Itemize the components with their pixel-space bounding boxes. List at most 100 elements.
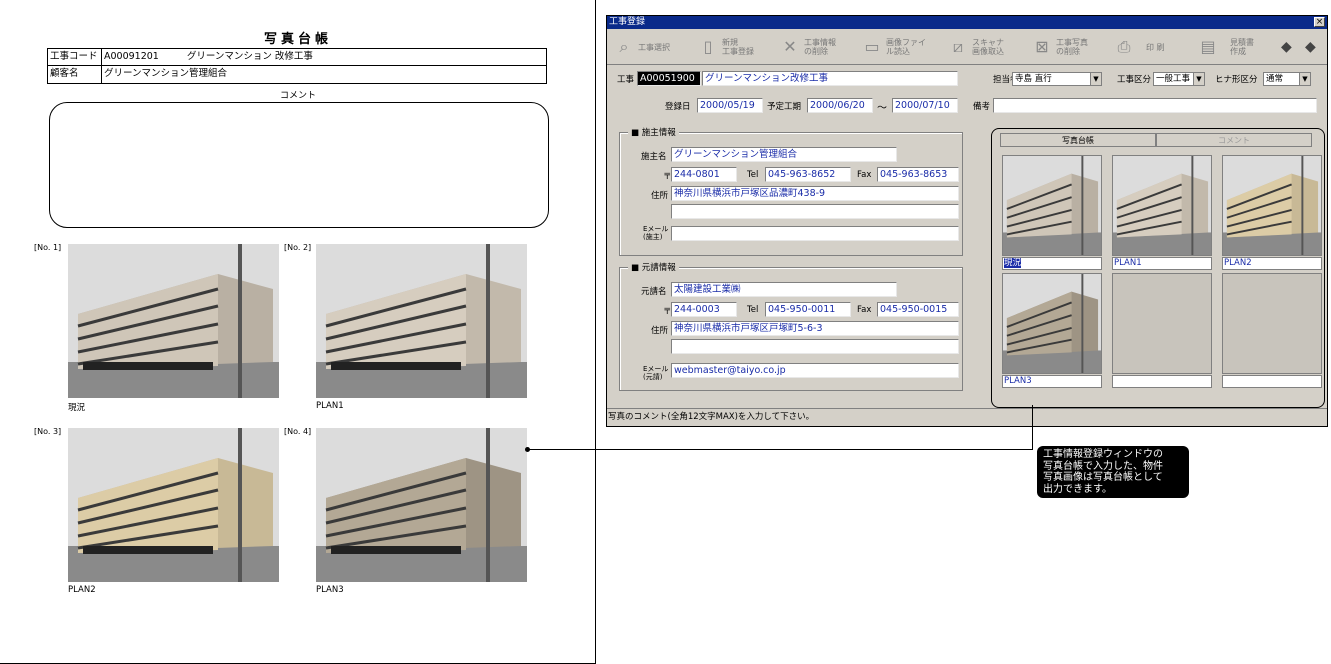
explanation-callout: 工事情報登録ウィンドウの 写真台帳で入力した、物件 写真画像は写真台帳として 出… <box>1037 446 1189 498</box>
prev-arrow-icon[interactable]: ◆ <box>1281 39 1292 55</box>
window-titlebar: 工事登録 × <box>607 16 1327 29</box>
connector-dot <box>525 447 530 452</box>
owner-tel-field[interactable]: 045-963-8652 <box>765 167 851 182</box>
owner-addr-label: 住所 <box>651 191 669 201</box>
photo-caption: 現況 <box>68 403 86 413</box>
delete-icon: ✕ <box>783 37 797 56</box>
report-info-table: 工事コード A00091201 グリーンマンション 改修工事 顧客名 グリーンマン… <box>47 48 547 84</box>
estimate-icon: ▤ <box>1200 37 1216 56</box>
report-project-code: A00091201 <box>104 51 159 62</box>
contractor-fax-field[interactable]: 045-950-0015 <box>877 302 959 317</box>
building-image <box>68 244 279 398</box>
building-image <box>316 428 527 582</box>
building-image <box>316 244 527 398</box>
tab-photo-ledger[interactable]: 写真台帳 <box>1000 133 1156 147</box>
load-image-button[interactable]: ▭ 画像ファイ ル読込 <box>861 32 926 62</box>
select-project-button[interactable]: ⌕ 工事選択 <box>613 32 670 62</box>
project-registration-window: 工事登録 × ⌕ 工事選択 ▯ 新規 工事登録 ✕ 工事情報 の削除 ▭ 画像ファイ… <box>606 15 1328 427</box>
contractor-tel-label: Tel <box>747 305 759 315</box>
period-separator: ～ <box>877 103 887 114</box>
folder-search-icon: ⌕ <box>619 37 629 56</box>
status-bar: 写真のコメント(全角12文字MAX)を入力して下さい。 <box>607 408 1327 426</box>
photo-caption: PLAN2 <box>68 585 96 595</box>
photo-ledger-report: 写真台帳 工事コード A00091201 グリーンマンション 改修工事 顧客名 グ… <box>0 0 596 664</box>
next-arrow-icon[interactable]: ◆ <box>1305 39 1316 55</box>
report-comment-label: コメント <box>279 91 316 101</box>
new-document-icon: ▯ <box>703 37 713 56</box>
building-image <box>68 428 279 582</box>
photo-number: [No. 1] <box>34 243 62 252</box>
building-image <box>1003 156 1101 255</box>
close-button[interactable]: × <box>1314 17 1325 27</box>
chevron-down-icon[interactable]: ▼ <box>1090 73 1101 85</box>
report-project-label: 工事コード <box>48 49 102 65</box>
empty-photo-slot[interactable] <box>1222 273 1322 374</box>
owner-name-field[interactable]: グリーンマンション管理組合 <box>671 147 897 162</box>
photo-caption-field[interactable]: PLAN3 <box>1002 375 1102 388</box>
photo-thumbnail[interactable] <box>1222 155 1322 256</box>
photo-caption-field[interactable]: PLAN1 <box>1112 257 1212 270</box>
window-title: 工事登録 <box>609 17 646 27</box>
scanner-import-button[interactable]: ⧄ スキャナ 画像取込 <box>947 32 1004 62</box>
contractor-fax-label: Fax <box>857 305 872 315</box>
chevron-down-icon[interactable]: ▼ <box>1193 73 1204 85</box>
project-name-field[interactable]: グリーンマンション改修工事 <box>702 71 958 86</box>
photo-caption-field[interactable] <box>1112 375 1212 388</box>
owner-zip-field[interactable]: 244-0801 <box>671 167 737 182</box>
building-image <box>1003 274 1101 373</box>
owner-email-field[interactable] <box>671 226 959 241</box>
period-start-field[interactable]: 2000/06/20 <box>807 98 873 113</box>
note-label: 備考 <box>973 102 991 112</box>
owner-addr2-field[interactable] <box>671 204 959 219</box>
photo-caption-field[interactable] <box>1222 375 1322 388</box>
owner-email-label: Eメール (施主) <box>643 225 669 241</box>
project-code-field[interactable]: A00051900 <box>637 71 701 86</box>
photo-thumbnail[interactable] <box>1002 155 1102 256</box>
photo-thumbnail[interactable] <box>1002 273 1102 374</box>
template-label: ヒナ形区分 <box>1215 75 1258 85</box>
photo-ledger-panel: 写真台帳 コメント 現況 PLAN1 PLAN2 PLAN3 <box>991 128 1325 408</box>
building-photo <box>68 244 279 398</box>
report-title: 写真台帳 <box>263 32 332 47</box>
building-photo <box>68 428 279 582</box>
contractor-zip-field[interactable]: 244-0003 <box>671 302 737 317</box>
toolbar: ⌕ 工事選択 ▯ 新規 工事登録 ✕ 工事情報 の削除 ▭ 画像ファイ ル読込 ⧄ ス… <box>607 29 1327 65</box>
building-image <box>1113 156 1211 255</box>
contractor-addr2-field[interactable] <box>671 339 959 354</box>
image-file-icon: ▭ <box>864 37 880 56</box>
contractor-email-label: Eメール (元請) <box>643 365 669 381</box>
chevron-down-icon[interactable]: ▼ <box>1299 73 1310 85</box>
owner-fax-field[interactable]: 045-963-8653 <box>877 167 959 182</box>
empty-photo-slot[interactable] <box>1112 273 1212 374</box>
report-customer-label: 顧客名 <box>48 66 102 83</box>
template-select[interactable]: 通常 ▼ <box>1263 72 1311 86</box>
contractor-email-field[interactable]: webmaster@taiyo.co.jp <box>671 363 959 378</box>
estimate-button[interactable]: ▤ 見積書 作成 <box>1197 32 1254 62</box>
tab-comment[interactable]: コメント <box>1156 133 1312 147</box>
contractor-addr-field[interactable]: 神奈川県横浜市戸塚区戸塚町5-6-3 <box>671 321 959 336</box>
photo-caption: PLAN1 <box>316 401 344 411</box>
period-end-field[interactable]: 2000/07/10 <box>892 98 958 113</box>
new-project-button[interactable]: ▯ 新規 工事登録 <box>697 32 754 62</box>
staff-select[interactable]: 寺島 直行 ▼ <box>1012 72 1102 86</box>
delete-photo-button[interactable]: ⊠ 工事写真 の削除 <box>1031 32 1088 62</box>
photo-number: [No. 2] <box>284 243 312 252</box>
contractor-tel-field[interactable]: 045-950-0011 <box>765 302 851 317</box>
contractor-name-label: 元請名 <box>641 287 667 297</box>
photo-caption-field[interactable]: 現況 <box>1002 257 1102 270</box>
delete-project-button[interactable]: ✕ 工事情報 の削除 <box>779 32 836 62</box>
owner-addr-field[interactable]: 神奈川県横浜市戸塚区品濃町438-9 <box>671 186 959 201</box>
report-customer-row: 顧客名 グリーンマンション管理組合 <box>48 66 546 83</box>
category-select[interactable]: 一般工事 ▼ <box>1153 72 1205 86</box>
contractor-name-field[interactable]: 太陽建設工業㈱ <box>671 282 897 297</box>
reg-date-field[interactable]: 2000/05/19 <box>697 98 763 113</box>
report-project-row: 工事コード A00091201 グリーンマンション 改修工事 <box>48 49 546 66</box>
period-label: 予定工期 <box>767 102 802 112</box>
photo-caption-field[interactable]: PLAN2 <box>1222 257 1322 270</box>
print-button[interactable]: ⎙ 印 刷 <box>1113 32 1165 62</box>
building-image <box>1223 156 1321 255</box>
category-label: 工事区分 <box>1117 75 1152 85</box>
owner-section-title: ■ 施主情報 <box>628 126 679 138</box>
note-field[interactable] <box>993 98 1317 113</box>
photo-thumbnail[interactable] <box>1112 155 1212 256</box>
